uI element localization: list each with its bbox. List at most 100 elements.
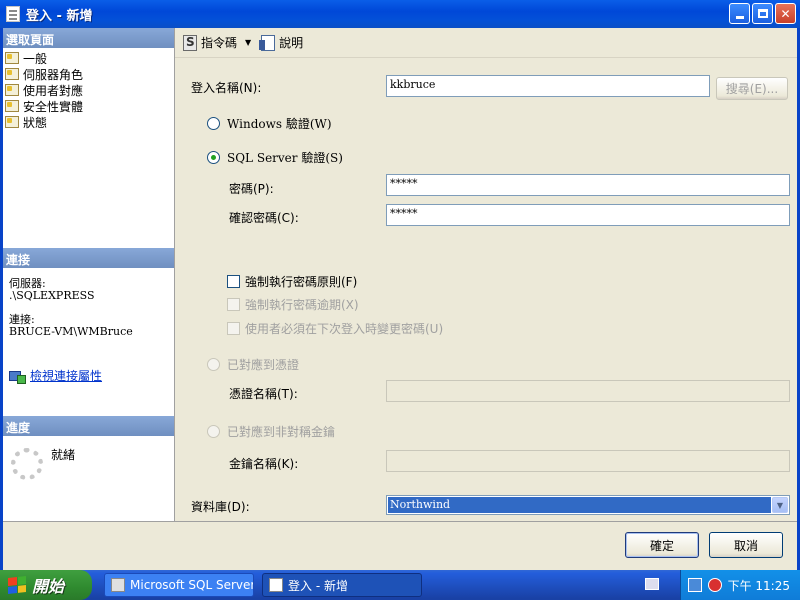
enforce-policy-checkbox[interactable] (227, 275, 240, 288)
page-icon (5, 100, 19, 112)
page-icon (5, 84, 19, 96)
start-label: 開始 (32, 577, 65, 596)
must-change-option[interactable]: 使用者必須在下次登入時變更密碼(U) (227, 320, 443, 337)
left-pane: 選取頁面 一般 伺服器角色 使用者對應 安全性實體 狀態 連接 伺服器: .\S… (3, 28, 175, 521)
start-button[interactable]: 開始 (0, 570, 92, 600)
page-item-securables[interactable]: 安全性實體 (5, 98, 172, 114)
map-key-radio[interactable] (207, 425, 220, 438)
confirm-password-label: 確認密碼(C): (229, 211, 299, 225)
login-name-input[interactable]: kkbruce (386, 75, 710, 97)
progress-spinner-icon (11, 448, 43, 480)
restore-button[interactable] (752, 3, 773, 24)
system-tray: 下午 11:25 (680, 570, 800, 600)
sql-auth-radio[interactable] (207, 151, 220, 164)
taskbar-item-sql-server[interactable]: Microsoft SQL Server ... (104, 573, 254, 597)
login-name-label: 登入名稱(N): (191, 81, 262, 95)
minimize-icon (735, 16, 744, 19)
script-icon (183, 34, 197, 51)
key-name-input[interactable] (386, 450, 790, 472)
windows-auth-radio[interactable] (207, 117, 220, 130)
page-item-label: 使用者對應 (23, 83, 84, 98)
cancel-button[interactable]: 取消 (709, 532, 783, 558)
taskbar: 開始 Microsoft SQL Server ... 登入 - 新增 下午 1… (0, 570, 800, 600)
script-label: 指令碼 (201, 36, 238, 50)
sql-auth-option[interactable]: SQL Server 驗證(S) (207, 149, 343, 166)
map-key-label: 已對應到非對稱金鑰 (227, 425, 336, 439)
taskbar-item-label: 登入 - 新增 (288, 578, 348, 593)
map-cert-option[interactable]: 已對應到憑證 (207, 356, 299, 373)
sql-auth-label: SQL Server 驗證(S) (227, 151, 343, 165)
page-icon (5, 116, 19, 128)
taskbar-item-label: Microsoft SQL Server ... (130, 578, 254, 592)
windows-logo-icon (8, 576, 26, 594)
default-database-value: Northwind (388, 497, 771, 513)
close-button[interactable]: ✕ (775, 3, 796, 24)
window-title: 登入 - 新增 (26, 8, 93, 24)
windows-auth-label: Windows 驗證(W) (227, 117, 332, 131)
database-label: 資料庫(D): (191, 500, 250, 514)
page-item-server-roles[interactable]: 伺服器角色 (5, 66, 172, 82)
help-button[interactable]: 說明 (259, 34, 304, 51)
must-change-label: 使用者必須在下次登入時變更密碼(U) (245, 322, 444, 336)
taskbar-item-login-new[interactable]: 登入 - 新增 (262, 573, 422, 597)
enforce-expiration-option[interactable]: 強制執行密碼逾期(X) (227, 296, 359, 313)
sql-server-icon (111, 578, 125, 592)
map-key-option[interactable]: 已對應到非對稱金鑰 (207, 423, 335, 440)
server-value: .\SQLEXPRESS (9, 289, 95, 302)
windows-auth-option[interactable]: Windows 驗證(W) (207, 115, 332, 132)
page-icon (5, 52, 19, 64)
enforce-policy-label: 強制執行密碼原則(F) (245, 275, 358, 289)
help-icon (259, 34, 276, 51)
map-cert-label: 已對應到憑證 (227, 358, 300, 372)
page-list: 一般 伺服器角色 使用者對應 安全性實體 狀態 (3, 48, 174, 132)
enforce-policy-option[interactable]: 強制執行密碼原則(F) (227, 273, 357, 290)
view-connection-properties-label: 檢視連接屬性 (30, 369, 103, 383)
page-item-user-mapping[interactable]: 使用者對應 (5, 82, 172, 98)
view-connection-properties-link[interactable]: 檢視連接屬性 (9, 367, 102, 384)
connection-value: BRUCE-VM\WMBruce (9, 325, 133, 338)
progress-block: 就緒 (11, 448, 75, 480)
security-shield-icon[interactable] (707, 578, 722, 592)
title-bar: 登入 - 新增 ✕ (0, 0, 800, 28)
button-bar: 確定 取消 (3, 521, 797, 570)
connection-info: 伺服器: .\SQLEXPRESS 連接: BRUCE-VM\WMBruce (9, 278, 169, 350)
password-input[interactable]: ***** (386, 174, 790, 196)
connection-properties-icon (9, 369, 26, 384)
connection-header: 連接 (3, 248, 174, 268)
page-item-label: 安全性實體 (23, 99, 84, 114)
general-form: 登入名稱(N): kkbruce 搜尋(E)... Windows 驗證(W) … (175, 67, 797, 521)
confirm-password-input[interactable]: ***** (386, 204, 790, 226)
page-item-general[interactable]: 一般 (5, 50, 172, 66)
cert-name-label: 憑證名稱(T): (229, 387, 298, 401)
page-item-label: 伺服器角色 (23, 67, 84, 82)
select-page-header: 選取頁面 (3, 28, 174, 48)
minimize-button[interactable] (729, 3, 750, 24)
script-button[interactable]: 指令碼 ▼ (183, 34, 251, 51)
default-database-select[interactable]: Northwind ▼ (386, 495, 790, 515)
window-icon (269, 578, 283, 592)
page-item-label: 狀態 (23, 115, 48, 130)
ok-button[interactable]: 確定 (625, 532, 699, 558)
password-label: 密碼(P): (229, 182, 274, 196)
window-controls: ✕ (729, 3, 796, 24)
key-name-label: 金鑰名稱(K): (229, 457, 299, 471)
map-cert-radio[interactable] (207, 358, 220, 371)
clock: 下午 11:25 (727, 578, 790, 593)
enforce-expiration-label: 強制執行密碼逾期(X) (245, 298, 359, 312)
chevron-down-icon[interactable]: ▼ (245, 38, 251, 47)
page-item-label: 一般 (23, 51, 48, 66)
cert-name-input[interactable] (386, 380, 790, 402)
page-item-status[interactable]: 狀態 (5, 114, 172, 130)
toolbar: 指令碼 ▼ 說明 (175, 28, 797, 58)
network-icon[interactable] (687, 578, 702, 592)
progress-status: 就緒 (51, 448, 76, 462)
chevron-down-icon[interactable]: ▼ (772, 497, 788, 513)
progress-header: 進度 (3, 416, 174, 436)
help-label: 說明 (279, 36, 304, 50)
search-button[interactable]: 搜尋(E)... (716, 77, 788, 100)
right-pane: 指令碼 ▼ 說明 登入名稱(N): kkbruce 搜尋(E)... Windo… (175, 28, 797, 521)
enforce-expiration-checkbox[interactable] (227, 298, 240, 311)
restore-icon (757, 9, 768, 18)
must-change-checkbox[interactable] (227, 322, 240, 335)
keyboard-icon[interactable] (645, 578, 659, 590)
